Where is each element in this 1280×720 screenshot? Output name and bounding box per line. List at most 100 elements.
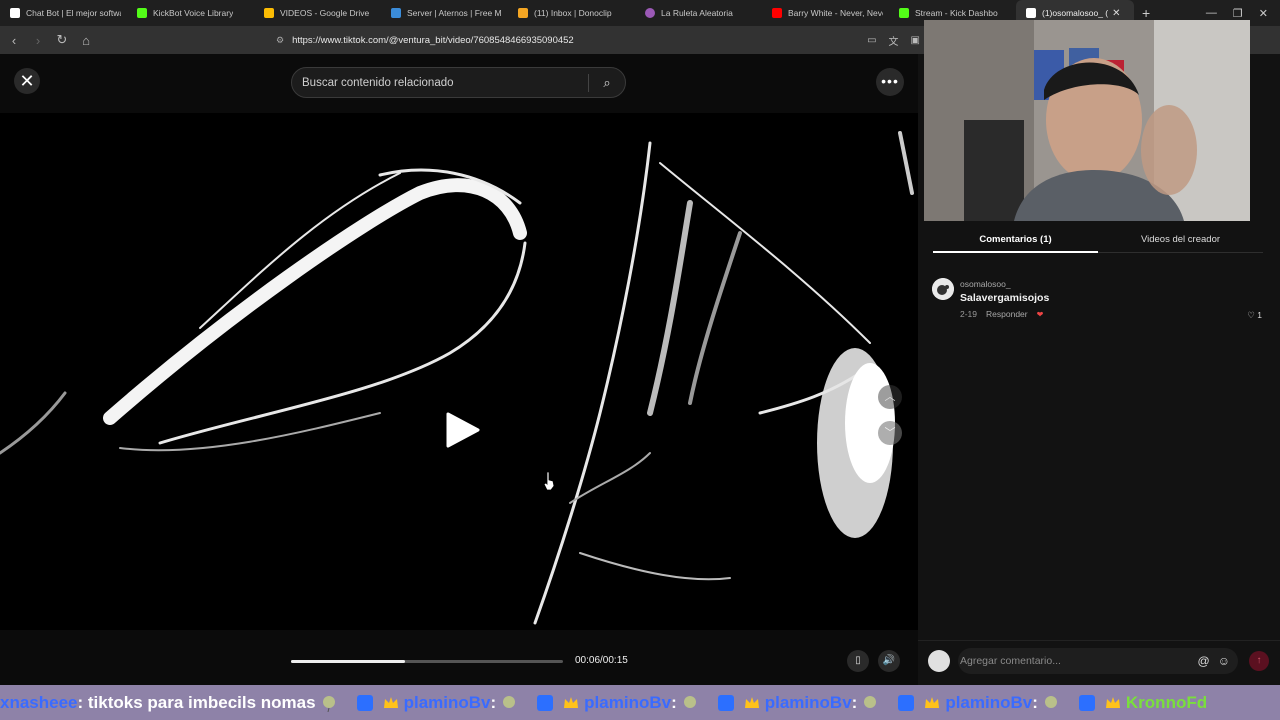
chat-ticker: xnasheee: tiktoks para imbecils nomas pl…: [0, 685, 1280, 720]
next-video-button[interactable]: ﹀: [878, 421, 902, 445]
chat-username: plaminoBv: [403, 692, 491, 712]
url-field[interactable]: ⚙ https://www.tiktok.com/@ventura_bit/vi…: [268, 30, 920, 50]
close-tab-icon[interactable]: ✕: [1112, 8, 1120, 19]
search-icon[interactable]: ⌕: [589, 75, 625, 91]
volume-icon[interactable]: 🔊: [878, 650, 900, 672]
play-icon[interactable]: [442, 410, 482, 450]
comment-date: 2-19: [960, 309, 978, 319]
active-tab-indicator: [933, 251, 1098, 253]
heart-icon: ♡: [1247, 310, 1255, 320]
chat-username: plaminoBv: [764, 692, 852, 712]
mention-icon[interactable]: @: [1198, 654, 1210, 668]
verified-badge-icon: [717, 694, 734, 711]
url-text: https://www.tiktok.com/@ventura_bit/vide…: [292, 34, 574, 46]
screen: Chat Bot | El mejor softwa KickBot Voice…: [0, 0, 1280, 720]
crown-badge-icon: [744, 696, 759, 708]
tab-favicon-icon: [645, 8, 655, 18]
chat-username: plaminoBv: [584, 692, 672, 712]
omnibox-actions: ▭ 文 ▣: [867, 30, 920, 50]
chat-username: KronnoFd: [1125, 692, 1208, 712]
tab-title: La Ruleta Aleatoria: [661, 8, 733, 18]
forward-icon[interactable]: ›: [28, 33, 48, 48]
tab-title: Chat Bot | El mejor softwa: [26, 8, 121, 18]
restore-icon[interactable]: ❐: [1233, 7, 1243, 20]
chat-message: xnasheee: tiktoks para imbecils nomas: [0, 693, 342, 713]
comment-composer: @ ☺ ↑: [918, 640, 1280, 680]
avatar-image: [932, 278, 954, 300]
sidepanel-icon[interactable]: ▣: [911, 35, 920, 46]
close-video-button[interactable]: ✕: [14, 68, 40, 94]
chat-message: plaminoBv:: [532, 693, 703, 713]
comment-username[interactable]: osomalosoo_: [960, 279, 1011, 289]
chat-message: plaminoBv:: [713, 693, 884, 713]
tab-title: Server | Aternos | Free Mi: [407, 8, 502, 18]
comment-meta: 2-19 Responder ❤: [960, 309, 1043, 319]
chat-message: plaminoBv:: [893, 693, 1064, 713]
related-search-box: ⌕: [291, 67, 626, 98]
balloon-emote-icon: [683, 695, 696, 708]
tab-title: (11) Inbox | Donoclip: [534, 8, 612, 18]
webcam-overlay: [924, 20, 1250, 221]
verified-badge-icon: [356, 694, 373, 711]
previous-video-button[interactable]: ︿: [878, 385, 902, 409]
browser-tab[interactable]: KickBot Voice Library: [127, 0, 254, 26]
balloon-emote-icon: [864, 695, 877, 708]
comment-like-button[interactable]: ♡ 1: [1247, 310, 1262, 321]
kick-icon: [899, 8, 909, 18]
user-avatar[interactable]: [928, 650, 950, 672]
video-controls: 00:06/00:15 ▯ 🔊: [0, 644, 918, 678]
site-info-icon[interactable]: ⚙: [276, 35, 284, 46]
crown-badge-icon: [383, 696, 398, 708]
video-progress-bar[interactable]: [291, 660, 563, 663]
reply-button[interactable]: Responder: [986, 309, 1028, 319]
browser-tab[interactable]: (11) Inbox | Donoclip: [508, 0, 635, 26]
translate-icon[interactable]: 文: [889, 33, 899, 48]
chat-text: :: [851, 692, 858, 712]
webcam-feed: [924, 20, 1250, 221]
browser-tab[interactable]: VIDEOS - Google Drive: [254, 0, 381, 26]
comment-input[interactable]: [958, 655, 1198, 667]
comment-input-box: @ ☺: [958, 648, 1238, 674]
comments-tabs: Comentarios (1) Videos del creador: [933, 232, 1263, 254]
like-count: 1: [1257, 310, 1262, 320]
verified-badge-icon: [898, 694, 915, 711]
browser-tab[interactable]: Barry White - Never, Neve: [762, 0, 889, 26]
more-options-button[interactable]: •••: [876, 68, 904, 96]
close-window-icon[interactable]: ✕: [1259, 7, 1268, 20]
minimize-icon[interactable]: —: [1206, 7, 1217, 19]
reload-icon[interactable]: ↻: [52, 32, 72, 48]
video-progress-fill: [291, 660, 406, 663]
tab-title: VIDEOS - Google Drive: [280, 8, 370, 18]
avatar[interactable]: [932, 278, 954, 300]
hand-cursor-icon: [543, 472, 555, 490]
browser-tab[interactable]: La Ruleta Aleatoria: [635, 0, 762, 26]
tab-title: Barry White - Never, Neve: [788, 8, 883, 18]
tab-title: Stream - Kick Dashbo: [915, 8, 998, 18]
chat-text: :: [671, 692, 677, 712]
video-player[interactable]: ︿ ﹀: [0, 113, 918, 630]
tab-title: KickBot Voice Library: [153, 8, 234, 18]
tiktok-icon: [1026, 8, 1036, 18]
comment-item: osomalosoo_ Salavergamisojos 2-19 Respon…: [932, 278, 1266, 324]
home-icon[interactable]: ⌂: [76, 33, 96, 48]
browser-tab[interactable]: Chat Bot | El mejor softwa: [0, 0, 127, 26]
send-comment-button[interactable]: ↑: [1249, 651, 1269, 671]
tab-favicon-icon: [137, 8, 147, 18]
tab-creator-videos[interactable]: Videos del creador: [1098, 234, 1263, 245]
back-icon[interactable]: ‹: [4, 33, 24, 48]
emoji-icon[interactable]: ☺: [1218, 654, 1230, 668]
cast-icon[interactable]: ▭: [867, 35, 876, 46]
miniplayer-icon[interactable]: ▯: [847, 650, 869, 672]
video-time: 00:06/00:15: [575, 655, 628, 666]
verified-badge-icon: [537, 694, 554, 711]
chat-text: :: [1032, 692, 1038, 712]
new-tab-button[interactable]: +: [1134, 5, 1158, 21]
tab-comments[interactable]: Comentarios (1): [933, 234, 1098, 245]
balloon-emote-icon: [322, 695, 335, 712]
browser-tab[interactable]: Server | Aternos | Free Mi: [381, 0, 508, 26]
chat-message: KronnoFd: [1074, 693, 1207, 713]
verified-badge-icon: [1078, 694, 1095, 711]
related-search-input[interactable]: [292, 76, 588, 89]
chat-text: : tiktoks para imbecils nomas: [77, 692, 316, 712]
chat-username: plaminoBv: [945, 692, 1033, 712]
